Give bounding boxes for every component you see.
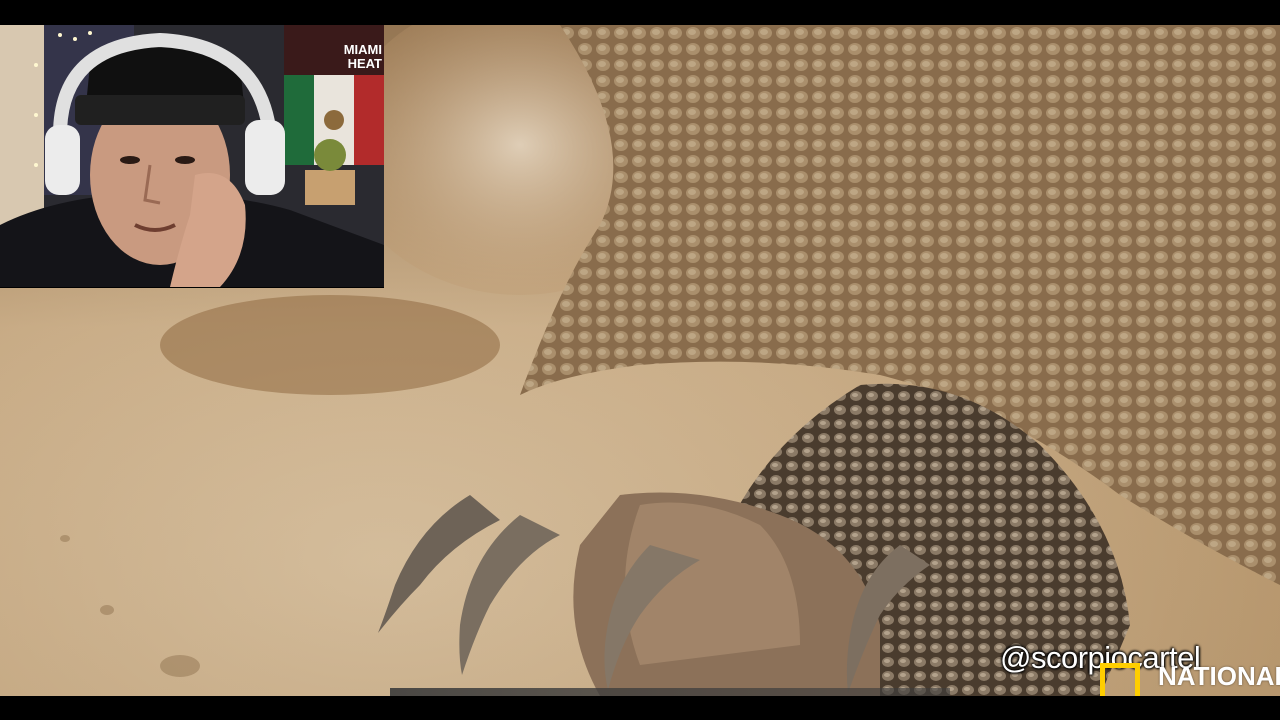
letterbox-bottom: [0, 696, 1280, 720]
letterbox-top: [0, 0, 1280, 25]
video-player[interactable]: MIAMI HEAT @scorpiocartel NATIONAL GEOGR…: [0, 0, 1280, 720]
natgeo-logo: NATIONAL GEOGRAPHIC: [1100, 655, 1280, 696]
poster-line-2: HEAT: [347, 56, 382, 71]
natgeo-yellow-border-icon: [1100, 663, 1140, 696]
streamer-illustration: [0, 25, 384, 287]
poster-line-1: MIAMI: [343, 42, 382, 57]
poster-text: MIAMI HEAT: [336, 43, 382, 71]
pebble: [60, 535, 70, 542]
webcam-overlay: MIAMI HEAT: [0, 25, 384, 288]
subtitle-strip: [390, 688, 950, 696]
pebble: [100, 605, 114, 615]
natgeo-logo-text: NATIONAL GEOGRAPHIC: [1158, 661, 1280, 691]
pebble: [160, 655, 200, 677]
